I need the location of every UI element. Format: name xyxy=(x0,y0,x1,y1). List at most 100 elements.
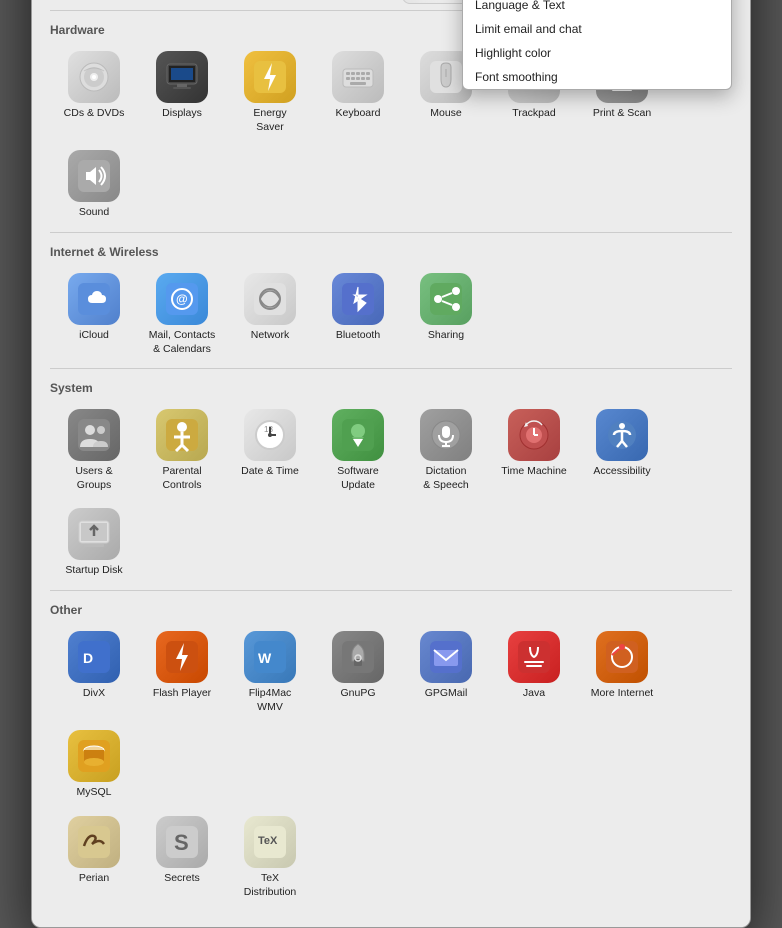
sound-label: Sound xyxy=(79,206,109,220)
dictation-icon xyxy=(420,409,472,461)
pref-icloud[interactable]: iCloud xyxy=(50,267,138,362)
svg-text:@: @ xyxy=(176,292,188,306)
pref-startup[interactable]: Startup Disk xyxy=(50,502,138,584)
system-preferences-window: ◀ ▶ Show All System Preferences Personal xyxy=(31,0,751,928)
svg-text:18: 18 xyxy=(264,425,273,434)
bluetooth-label: Bluetooth xyxy=(336,329,380,343)
tex-icon: TeX xyxy=(244,816,296,868)
mysql-label: MySQL xyxy=(76,786,111,800)
dropdown-item-2[interactable]: Language & Text xyxy=(463,0,731,17)
pref-flash[interactable]: Flash Player xyxy=(138,625,226,720)
pref-flip4mac[interactable]: W Flip4MacWMV xyxy=(226,625,314,720)
pref-datetime[interactable]: 18 Date & Time xyxy=(226,403,314,498)
startup-icon xyxy=(68,508,120,560)
icloud-icon xyxy=(68,273,120,325)
pref-users[interactable]: Users &Groups xyxy=(50,403,138,498)
gnupg-label: GnuPG xyxy=(340,687,375,701)
svg-text:S: S xyxy=(174,830,189,855)
parental-label: ParentalControls xyxy=(162,465,201,492)
pref-mail[interactable]: @ Mail, Contacts& Calendars xyxy=(138,267,226,362)
gpgmail-icon xyxy=(420,631,472,683)
pref-gnupg[interactable]: GnuPG xyxy=(314,625,402,720)
energy-icon xyxy=(244,51,296,103)
tex-label: TeXDistribution xyxy=(244,872,297,899)
sharing-icon xyxy=(420,273,472,325)
dropdown-item-4[interactable]: Highlight color xyxy=(463,41,731,65)
pref-moreinternet[interactable]: More Internet xyxy=(578,625,666,720)
cds-label: CDs & DVDs xyxy=(64,107,125,121)
java-label: Java xyxy=(523,687,545,701)
software-label: SoftwareUpdate xyxy=(337,465,378,492)
sharing-label: Sharing xyxy=(428,329,464,343)
flip4mac-label: Flip4MacWMV xyxy=(249,687,292,714)
pref-mission[interactable]: MissionControl xyxy=(314,0,402,4)
moreinternet-icon xyxy=(596,631,648,683)
pref-dictation[interactable]: Dictation& Speech xyxy=(402,403,490,498)
pref-software[interactable]: SoftwareUpdate xyxy=(314,403,402,498)
pref-tex[interactable]: TeX TeXDistribution xyxy=(226,810,314,905)
perian-icon xyxy=(68,816,120,868)
timemachine-icon xyxy=(508,409,560,461)
gpgmail-label: GPGMail xyxy=(425,687,468,701)
users-icon xyxy=(68,409,120,461)
cds-icon xyxy=(68,51,120,103)
gnupg-icon xyxy=(332,631,384,683)
pref-cds[interactable]: CDs & DVDs xyxy=(50,45,138,140)
flash-label: Flash Player xyxy=(153,687,211,701)
pref-perian[interactable]: Perian xyxy=(50,810,138,905)
pref-dock[interactable]: Dock xyxy=(226,0,314,4)
pref-accessibility[interactable]: Accessibility xyxy=(578,403,666,498)
pref-secrets[interactable]: S Secrets xyxy=(138,810,226,905)
parental-icon xyxy=(156,409,208,461)
system-grid: Users &Groups ParentalControls xyxy=(50,403,732,584)
pref-network[interactable]: Network xyxy=(226,267,314,362)
pref-sharing[interactable]: Sharing xyxy=(402,267,490,362)
divx-icon: D xyxy=(68,631,120,683)
moreinternet-label: More Internet xyxy=(591,687,653,701)
pref-gpgmail[interactable]: GPGMail xyxy=(402,625,490,720)
pref-energy[interactable]: EnergySaver xyxy=(226,45,314,140)
internet-grid: iCloud @ Mail, Contacts& Calendars xyxy=(50,267,732,362)
pref-keyboard[interactable]: Keyboard xyxy=(314,45,402,140)
icloud-label: iCloud xyxy=(79,329,109,343)
divider-hardware xyxy=(50,232,732,233)
pref-divx[interactable]: D DivX xyxy=(50,625,138,720)
pref-parental[interactable]: ParentalControls xyxy=(138,403,226,498)
datetime-label: Date & Time xyxy=(241,465,299,479)
timemachine-label: Time Machine xyxy=(501,465,567,479)
trackpad-label: Trackpad xyxy=(512,107,555,121)
section-other: Other xyxy=(50,603,732,617)
network-label: Network xyxy=(251,329,290,343)
bluetooth-icon xyxy=(332,273,384,325)
mysql-icon xyxy=(68,730,120,782)
pref-sound[interactable]: Sound xyxy=(50,144,138,226)
other-grid: D DivX Flash Player W xyxy=(50,625,732,806)
svg-text:W: W xyxy=(258,650,272,666)
accessibility-icon xyxy=(596,409,648,461)
pref-displays[interactable]: Displays xyxy=(138,45,226,140)
other-grid2: Perian S Secrets TeX TeX xyxy=(50,810,732,905)
section-system: System xyxy=(50,381,732,395)
pref-general[interactable]: General xyxy=(50,0,138,4)
pref-mysql[interactable]: MySQL xyxy=(50,724,138,806)
pref-java[interactable]: Java xyxy=(490,625,578,720)
pref-desktop[interactable]: New One... Desktop &Screen Saver xyxy=(138,0,226,4)
mouse-label: Mouse xyxy=(430,107,462,121)
mail-icon: @ xyxy=(156,273,208,325)
section-internet: Internet & Wireless xyxy=(50,245,732,259)
pref-bluetooth[interactable]: Bluetooth xyxy=(314,267,402,362)
accessibility-label: Accessibility xyxy=(593,465,650,479)
pref-timemachine[interactable]: Time Machine xyxy=(490,403,578,498)
displays-label: Displays xyxy=(162,107,202,121)
dropdown-item-3[interactable]: Limit email and chat xyxy=(463,17,731,41)
secrets-label: Secrets xyxy=(164,872,200,886)
users-label: Users &Groups xyxy=(75,465,112,492)
divider-internet xyxy=(50,368,732,369)
svg-text:D: D xyxy=(83,650,93,666)
secrets-icon: S xyxy=(156,816,208,868)
startup-label: Startup Disk xyxy=(65,564,122,578)
keyboard-label: Keyboard xyxy=(336,107,381,121)
perian-label: Perian xyxy=(79,872,109,886)
dropdown-item-5[interactable]: Font smoothing xyxy=(463,65,731,89)
divider-system xyxy=(50,590,732,591)
